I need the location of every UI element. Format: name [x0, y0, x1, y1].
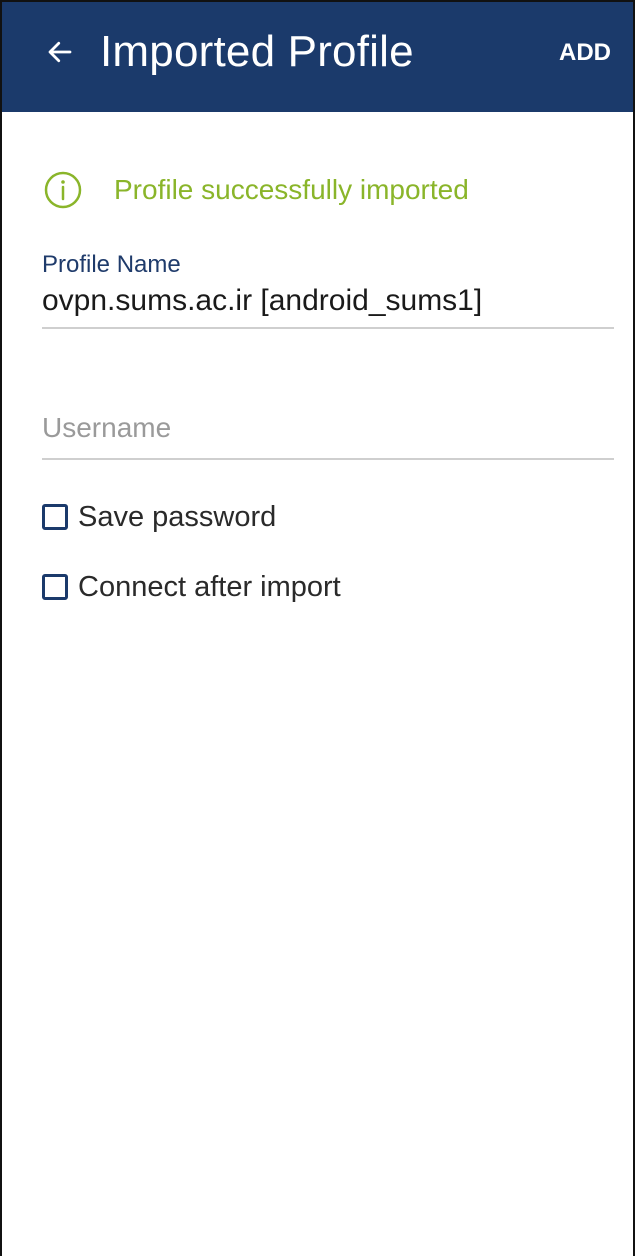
username-input[interactable]: [42, 408, 614, 458]
save-password-option[interactable]: Save password: [42, 497, 276, 537]
connect-after-import-checkbox[interactable]: [42, 574, 68, 600]
import-status: Profile successfully imported: [44, 170, 469, 210]
profile-name-field[interactable]: Profile Name ovpn.sums.ac.ir [android_su…: [42, 249, 614, 329]
save-password-checkbox[interactable]: [42, 504, 68, 530]
add-button[interactable]: ADD: [559, 37, 611, 69]
arrow-left-icon: [48, 41, 72, 63]
profile-name-value[interactable]: ovpn.sums.ac.ir [android_sums1]: [42, 281, 614, 327]
app-window: Imported Profile ADD Profile successfull…: [0, 0, 635, 1256]
status-message: Profile successfully imported: [114, 174, 469, 205]
connect-after-import-option[interactable]: Connect after import: [42, 567, 341, 607]
app-bar: Imported Profile ADD: [2, 2, 633, 112]
save-password-label: Save password: [78, 501, 277, 533]
page-title: Imported Profile: [100, 27, 414, 76]
connect-after-import-label: Connect after import: [78, 571, 341, 603]
profile-name-label: Profile Name: [42, 251, 181, 278]
back-button[interactable]: [40, 32, 80, 72]
username-field[interactable]: [42, 408, 614, 460]
info-circle-icon: [44, 171, 82, 209]
